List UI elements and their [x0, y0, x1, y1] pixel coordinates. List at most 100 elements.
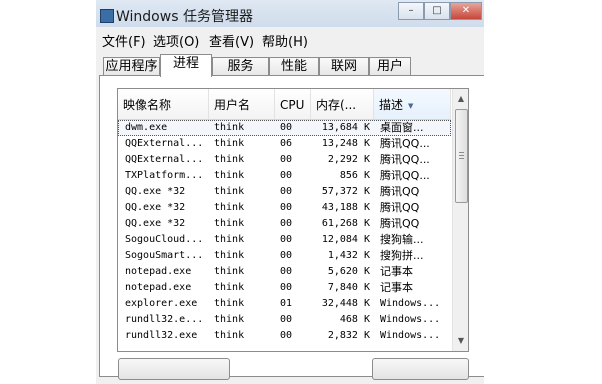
tab-applications[interactable]: 应用程序	[103, 57, 160, 76]
vertical-scrollbar[interactable]: ▲ ▼	[452, 89, 468, 351]
process-list: 映像名称 用户名 CPU 内存(... 描述 ▼ dwm.exe think 00 1…	[117, 88, 469, 352]
process-cpu: 00	[280, 314, 293, 325]
table-row[interactable]: SogouCloud... think 00 12,084 K 搜狗输...	[118, 232, 451, 248]
process-user-name: think	[214, 122, 245, 133]
process-description: Windows...	[380, 330, 441, 341]
process-memory: 856 K	[339, 170, 370, 181]
process-user-name: think	[214, 218, 245, 229]
window-title: Windows 任务管理器	[116, 9, 253, 25]
table-row[interactable]: TXPlatform... think 00 856 K 腾讯QQ...	[118, 168, 451, 184]
table-row[interactable]: explorer.exe think 01 32,448 K Windows...	[118, 296, 451, 312]
tab-networking[interactable]: 联网	[319, 57, 369, 76]
column-header-description-label: 描述	[379, 98, 404, 112]
process-user-name: think	[214, 282, 245, 293]
process-cpu: 00	[280, 250, 293, 261]
column-header-row: 映像名称 用户名 CPU 内存(... 描述 ▼	[118, 89, 451, 120]
column-header-memory[interactable]: 内存(...	[311, 89, 374, 119]
process-description: 搜狗拼...	[380, 249, 424, 262]
process-user-name: think	[214, 314, 245, 325]
menu-options[interactable]: 选项(O)	[153, 31, 199, 50]
process-description: 腾讯QQ	[380, 217, 420, 230]
tab-processes[interactable]: 进程	[160, 54, 212, 77]
process-cpu: 00	[280, 282, 293, 293]
table-row[interactable]: notepad.exe think 00 5,620 K 记事本	[118, 264, 451, 280]
maximize-button[interactable]: □	[424, 2, 450, 20]
task-manager-window: Windows 任务管理器 – □ ✕ 文件(F) 选项(O) 查看(V) 帮助…	[96, 0, 484, 384]
process-cpu: 00	[280, 122, 293, 133]
process-rows: dwm.exe think 00 13,684 K 桌面窗... QQExternal..…	[118, 120, 451, 344]
table-row[interactable]: QQExternal... think 06 13,248 K 腾讯QQ...	[118, 136, 451, 152]
process-description: Windows...	[380, 298, 441, 309]
process-memory: 7,840 K	[327, 282, 370, 293]
process-image-name: SogouCloud...	[125, 234, 204, 245]
process-memory: 13,684 K	[321, 122, 370, 133]
process-description: 搜狗输...	[380, 233, 424, 246]
column-header-description[interactable]: 描述 ▼	[374, 89, 451, 119]
minimize-button[interactable]: –	[398, 2, 424, 20]
process-cpu: 00	[280, 330, 293, 341]
menu-bar: 文件(F) 选项(O) 查看(V) 帮助(H)	[96, 28, 484, 50]
process-user-name: think	[214, 250, 245, 261]
table-row[interactable]: SogouSmart... think 00 1,432 K 搜狗拼...	[118, 248, 451, 264]
column-header-cpu[interactable]: CPU	[275, 89, 311, 119]
process-description: 记事本	[380, 281, 413, 294]
process-memory: 5,620 K	[327, 266, 370, 277]
menu-view[interactable]: 查看(V)	[209, 31, 254, 50]
menu-help[interactable]: 帮助(H)	[262, 31, 308, 50]
process-user-name: think	[214, 234, 245, 245]
process-cpu: 00	[280, 202, 293, 213]
process-memory: 1,432 K	[327, 250, 370, 261]
table-row[interactable]: QQExternal... think 00 2,292 K 腾讯QQ...	[118, 152, 451, 168]
tab-performance[interactable]: 性能	[269, 57, 319, 76]
process-memory: 57,372 K	[321, 186, 370, 197]
process-user-name: think	[214, 170, 245, 181]
process-cpu: 01	[280, 298, 293, 309]
scroll-down-arrow-icon[interactable]: ▼	[453, 333, 468, 349]
table-row[interactable]: QQ.exe *32 think 00 43,188 K 腾讯QQ	[118, 200, 451, 216]
table-row[interactable]: notepad.exe think 00 7,840 K 记事本	[118, 280, 451, 296]
column-header-user-name[interactable]: 用户名	[209, 89, 275, 119]
process-memory: 32,448 K	[321, 298, 370, 309]
title-bar: Windows 任务管理器 – □ ✕	[96, 0, 484, 27]
grip-line	[459, 152, 464, 153]
process-description: 腾讯QQ	[380, 185, 420, 198]
end-process-button[interactable]	[372, 358, 469, 380]
process-description: 记事本	[380, 265, 413, 278]
show-all-processes-button[interactable]	[118, 358, 230, 380]
process-cpu: 06	[280, 138, 293, 149]
process-description: 桌面窗...	[380, 121, 424, 134]
process-memory: 2,292 K	[327, 154, 370, 165]
process-user-name: think	[214, 266, 245, 277]
process-image-name: notepad.exe	[125, 282, 192, 293]
menu-file[interactable]: 文件(F)	[102, 31, 146, 50]
tab-services[interactable]: 服务	[212, 57, 269, 76]
table-row[interactable]: rundll32.exe think 00 2,832 K Windows...	[118, 328, 451, 344]
process-memory: 13,248 K	[321, 138, 370, 149]
process-cpu: 00	[280, 234, 293, 245]
process-user-name: think	[214, 202, 245, 213]
sort-descending-icon: ▼	[408, 102, 414, 110]
process-memory: 468 K	[339, 314, 370, 325]
process-image-name: QQExternal...	[125, 138, 204, 149]
close-button[interactable]: ✕	[450, 2, 482, 20]
process-image-name: QQ.exe *32	[125, 202, 186, 213]
process-image-name: dwm.exe	[125, 122, 168, 133]
process-image-name: rundll32.exe	[125, 330, 198, 341]
table-row[interactable]: QQ.exe *32 think 00 57,372 K 腾讯QQ	[118, 184, 451, 200]
table-row[interactable]: QQ.exe *32 think 00 61,268 K 腾讯QQ	[118, 216, 451, 232]
scroll-thumb[interactable]	[455, 109, 468, 203]
process-memory: 2,832 K	[327, 330, 370, 341]
column-header-image-name[interactable]: 映像名称	[118, 89, 209, 119]
table-row[interactable]: rundll32.e... think 00 468 K Windows...	[118, 312, 451, 328]
tab-users[interactable]: 用户	[369, 57, 411, 76]
process-image-name: SogouSmart...	[125, 250, 204, 261]
scroll-up-arrow-icon[interactable]: ▲	[453, 91, 468, 107]
process-cpu: 00	[280, 218, 293, 229]
grip-line	[459, 158, 464, 159]
process-user-name: think	[214, 154, 245, 165]
process-memory: 12,084 K	[321, 234, 370, 245]
task-manager-app-icon	[100, 9, 114, 23]
process-image-name: rundll32.e...	[125, 314, 204, 325]
process-user-name: think	[214, 186, 245, 197]
table-row[interactable]: dwm.exe think 00 13,684 K 桌面窗...	[118, 120, 451, 136]
